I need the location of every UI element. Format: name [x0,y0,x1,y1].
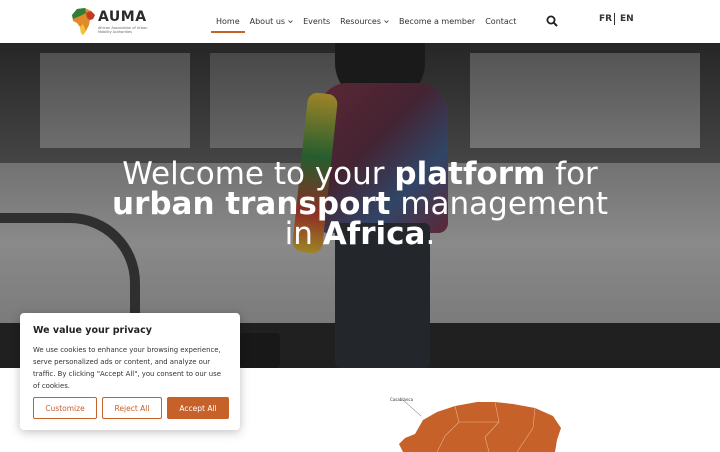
nav-about-us-label: About us [249,17,286,26]
cookie-text: We use cookies to enhance your browsing … [33,346,221,390]
nav-events[interactable]: Events [303,0,330,43]
hero-line3-a: in [284,216,323,252]
cookie-title: We value your privacy [33,325,152,336]
nav-resources-label: Resources [340,17,382,26]
hero-line3-b: Africa [322,216,426,252]
brand-tagline: African Association of Urban Mobility Au… [98,26,148,34]
chevron-down-icon [288,20,293,24]
chevron-down-icon [384,20,389,24]
brand-name: AUMA [98,9,147,25]
nav-resources[interactable]: Resources [340,0,389,43]
nav-contact-label: Contact [485,17,517,26]
main-nav: Home About us Events Resources Become a … [211,0,526,43]
map-label-casablanca: Casablanca [390,397,414,402]
africa-logo-icon [72,8,95,35]
nav-home[interactable]: Home [211,0,245,43]
reject-all-button[interactable]: Reject All [102,397,162,419]
lang-fr[interactable]: FR [599,14,612,24]
nav-about-us[interactable]: About us [250,0,293,43]
search-icon[interactable] [546,15,558,27]
nav-become-member-label: Become a member [399,17,476,26]
hero-headline: Welcome to your platform for urban trans… [0,159,720,252]
auma-logo[interactable]: AUMA African Association of Urban Mobili… [71,7,151,37]
lang-divider [614,13,615,25]
cookie-consent-banner: We value your privacy We use cookies to … [20,313,240,430]
nav-contact[interactable]: Contact [485,0,516,43]
customize-button[interactable]: Customize [33,397,97,419]
nav-become-member[interactable]: Become a member [399,0,475,43]
accept-all-button[interactable]: Accept All [167,397,229,419]
nav-events-label: Events [303,17,331,26]
site-header: AUMA African Association of Urban Mobili… [0,0,720,43]
hero-line3-c: . [425,216,436,252]
cookie-buttons: Customize Reject All Accept All [33,397,229,419]
lang-en[interactable]: EN [620,14,634,24]
nav-home-label: Home [216,17,240,26]
